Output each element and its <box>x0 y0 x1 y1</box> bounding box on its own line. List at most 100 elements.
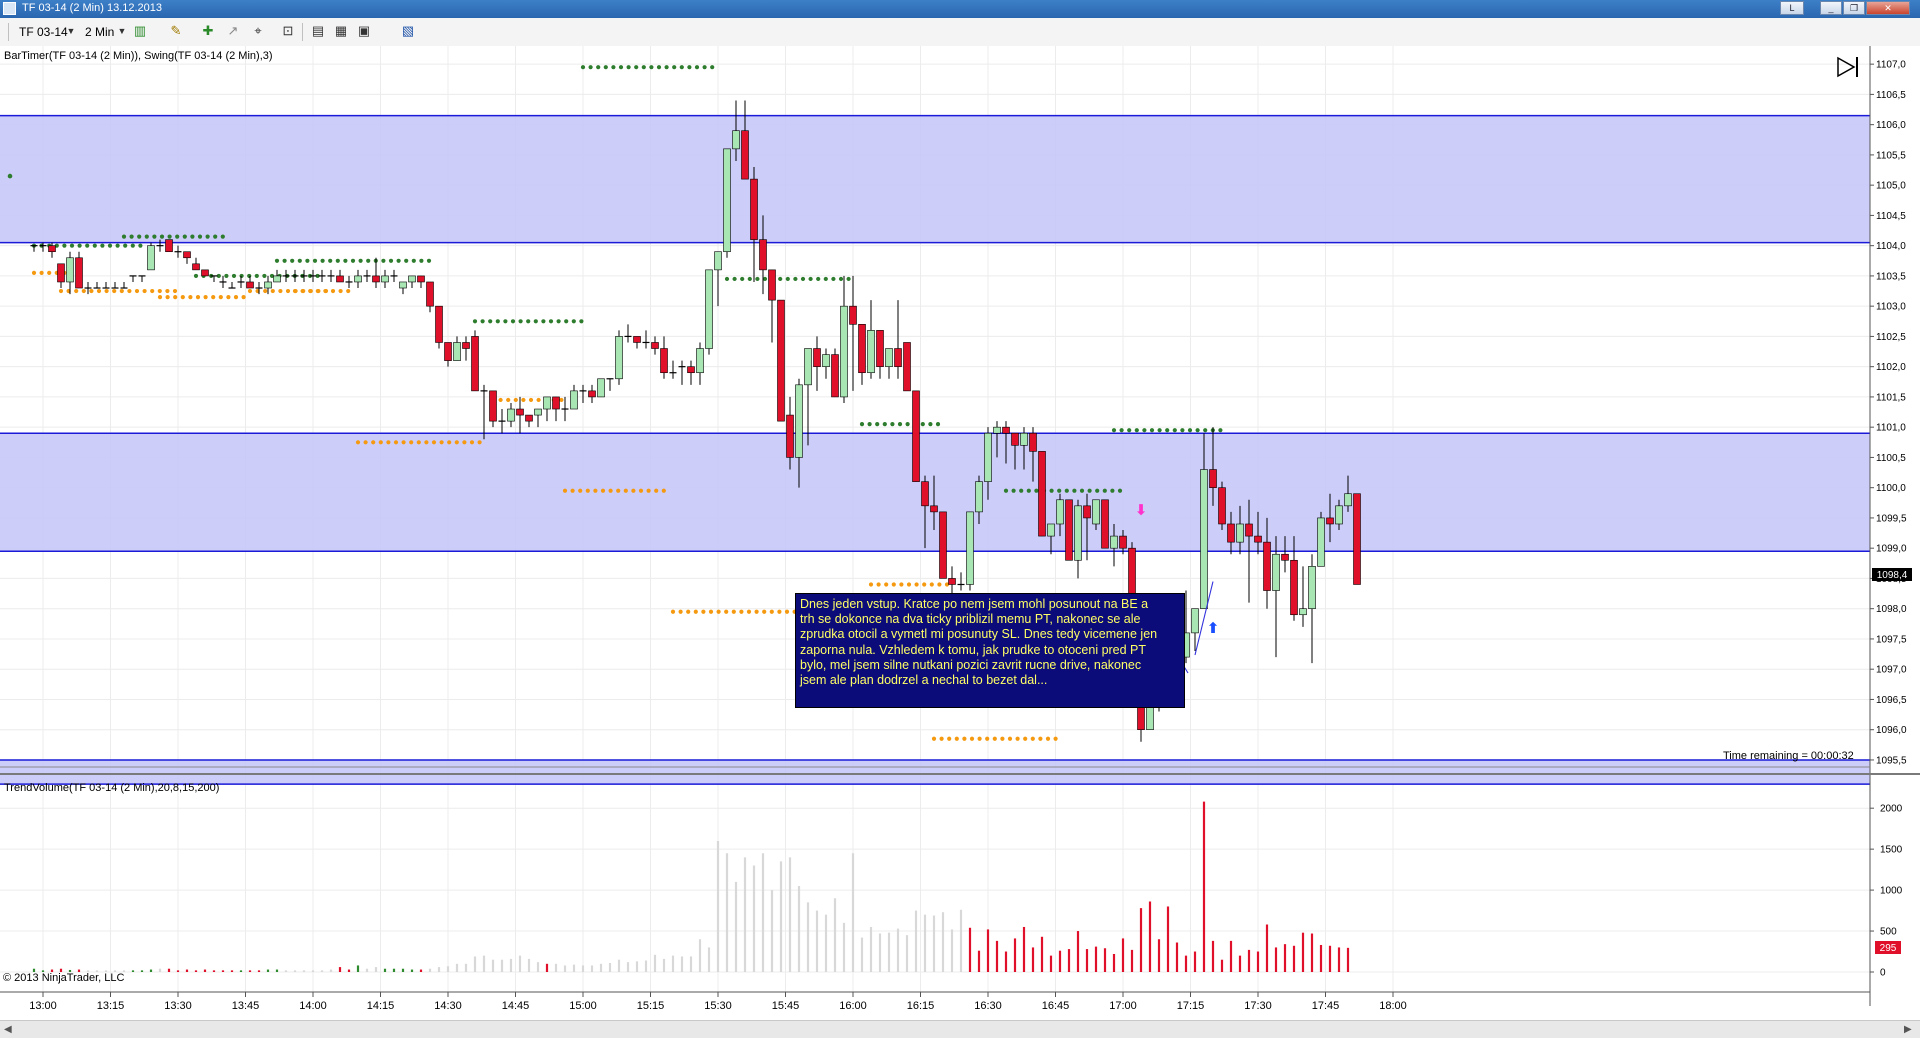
minimize-button[interactable]: _ <box>1820 1 1842 15</box>
swing-high-dot <box>167 234 172 239</box>
time-tick-label: 13:45 <box>232 1000 260 1012</box>
time-tick-label: 15:15 <box>637 1000 665 1012</box>
candle-body <box>336 275 344 283</box>
swing-low-dot <box>670 609 676 614</box>
swing-high-dot <box>656 65 662 70</box>
swing-high-dot <box>634 65 639 70</box>
candle-body <box>705 269 713 349</box>
horizontal-scrollbar[interactable]: ◀ ▶ <box>0 1020 1920 1038</box>
scroll-right-icon[interactable]: ▶ <box>1904 1024 1912 1035</box>
candle-body <box>687 366 695 374</box>
ninjatrader-chart-window: TF 03-14 (2 Min) 13.12.2013 L _ ❐ ✕ TF 0… <box>0 0 1920 1038</box>
candle-body <box>894 348 902 367</box>
swing-low-dot <box>762 609 767 614</box>
swing-high-dot <box>579 319 584 324</box>
candle-body <box>813 348 821 367</box>
swing-high-dot <box>778 276 783 282</box>
swing-high-dot <box>404 258 409 263</box>
swing-high-dot <box>1064 488 1069 493</box>
swing-low-dot <box>777 609 782 614</box>
price-tick-label: 1097,5 <box>1876 634 1907 645</box>
link-button[interactable]: L <box>1780 1 1804 15</box>
candle-body <box>777 299 785 422</box>
add-indicator-icon[interactable]: ✚ <box>200 23 216 39</box>
swing-low-dot <box>521 397 526 403</box>
close-button[interactable]: ✕ <box>1866 1 1910 15</box>
swing-high-dot <box>213 234 218 239</box>
candle-body <box>831 354 839 398</box>
candle-body <box>786 414 794 458</box>
swing-high-dot <box>1187 428 1193 433</box>
properties-icon[interactable]: ▣ <box>356 23 372 39</box>
instrument-dropdown-icon[interactable]: ▼ <box>66 23 76 39</box>
swing-low-dot <box>593 488 598 493</box>
instrument-selector[interactable]: TF 03-14 <box>19 25 68 39</box>
note-line: trh se dokonce na dva ticky priblizil me… <box>800 612 1141 627</box>
swing-high-dot <box>220 234 225 239</box>
zone-band <box>0 759 1870 785</box>
swing-high-dot <box>533 319 538 324</box>
swing-low-dot <box>937 582 942 587</box>
swing-low-dot <box>424 440 429 445</box>
swing-high-dot <box>69 243 75 248</box>
chart-canvas[interactable]: ⬇ ⬆ 1107,0 1106,5 1106,0 1105,5 1105,0 1104,5 1… <box>0 46 1920 1020</box>
swing-low-dot <box>608 488 613 493</box>
swing-low-dot <box>127 288 132 294</box>
data-box-icon[interactable]: ▤ <box>310 23 326 39</box>
zoom-icon[interactable]: ⊡ <box>280 23 296 39</box>
swing-low-dot <box>157 294 163 300</box>
swing-high-dot <box>62 243 67 248</box>
swing-low-dot <box>1030 736 1035 741</box>
toolbar-separator <box>302 23 303 41</box>
note-line: jsem ale plan dodrzel a nechal to bezet … <box>800 673 1048 688</box>
swing-high-dot <box>190 234 195 239</box>
swing-high-dot <box>197 234 203 239</box>
swing-high-dot <box>1049 488 1054 493</box>
candle-body <box>660 348 668 374</box>
candle-body <box>1245 523 1253 537</box>
candle-body <box>840 305 848 398</box>
swing-high-dot <box>305 258 310 263</box>
crosshair-icon[interactable]: ⌖ <box>250 23 266 39</box>
bar-type-icon[interactable]: ▥ <box>132 23 148 39</box>
trade-note-text[interactable]: Dnes jeden vstup. Kratce po nem jsem moh… <box>795 593 1185 708</box>
swing-low-dot <box>439 440 444 445</box>
swing-high-dot <box>838 276 844 282</box>
swing-low-dot <box>401 440 406 445</box>
swing-low-dot <box>570 488 575 493</box>
swing-low-dot <box>315 288 320 294</box>
candle-body <box>570 390 578 410</box>
swing-high-dot <box>785 276 790 282</box>
swing-high-dot <box>1110 488 1115 493</box>
swing-high-dot <box>488 319 493 324</box>
strategy-icon[interactable]: ↗ <box>225 23 241 39</box>
swing-low-dot <box>112 288 117 294</box>
scroll-left-icon[interactable]: ◀ <box>4 1024 12 1035</box>
candle-body <box>1299 608 1307 616</box>
drawing-pencil-icon[interactable]: ✎ <box>168 23 184 39</box>
swing-high-dot <box>1019 488 1024 493</box>
candle-body <box>975 481 983 513</box>
candle-body <box>921 481 929 507</box>
chart-trader-icon[interactable]: ▧ <box>400 23 416 39</box>
swing-low-dot <box>954 736 959 741</box>
swing-low-dot <box>300 288 305 294</box>
swing-low-dot <box>559 397 564 403</box>
swing-low-dot <box>226 294 231 300</box>
price-tick-label: 1105,5 <box>1876 150 1906 161</box>
interval-selector[interactable]: 2 Min <box>85 25 114 39</box>
swing-high-dot <box>1180 428 1185 433</box>
swing-low-dot <box>1000 736 1005 741</box>
swing-low-dot <box>922 582 927 587</box>
swing-low-dot <box>104 288 109 294</box>
chart-toolbar: TF 03-14 ▼ 2 Min ▼ ▥ ✎ ✚ ↗ ⌖ ⊡ ▤ ▦ ▣ ▧ <box>0 18 1920 47</box>
candle-body <box>552 396 560 410</box>
price-tick-label: 1103,5 <box>1876 271 1906 282</box>
swing-low-dot <box>939 736 944 741</box>
maximize-button[interactable]: ❐ <box>1843 1 1865 15</box>
swing-high-dot <box>875 422 880 427</box>
swing-high-dot <box>144 234 149 239</box>
screenshot-icon[interactable]: ▦ <box>333 23 349 39</box>
candle-body <box>741 130 749 180</box>
interval-dropdown-icon[interactable]: ▼ <box>117 23 127 39</box>
